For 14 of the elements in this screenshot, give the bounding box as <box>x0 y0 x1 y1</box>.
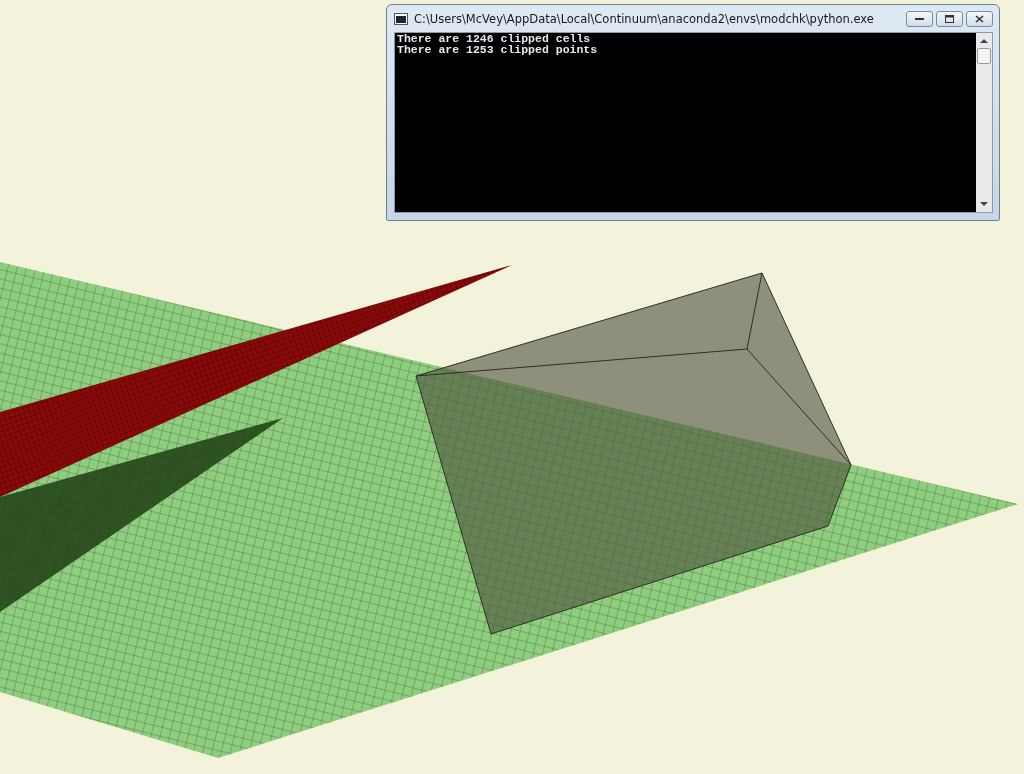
console-app-icon <box>394 12 408 25</box>
console-output-line: There are 1246 clipped cells <box>397 33 592 44</box>
close-button[interactable] <box>966 10 993 27</box>
console-output-line: There are 1253 clipped points <box>397 44 599 55</box>
maximize-button[interactable] <box>936 10 963 27</box>
minimize-button[interactable] <box>906 10 933 27</box>
scroll-thumb[interactable] <box>977 48 991 64</box>
maximize-icon <box>945 14 954 23</box>
minimize-icon <box>915 17 924 20</box>
scroll-down-icon[interactable] <box>980 201 988 207</box>
close-icon <box>975 14 984 23</box>
scroll-up-icon[interactable] <box>980 38 988 44</box>
window-title: C:\Users\McVey\AppData\Local\Continuum\anaconda2\envs\modchk\python.exe <box>414 11 875 26</box>
scrollbar[interactable] <box>976 33 992 212</box>
